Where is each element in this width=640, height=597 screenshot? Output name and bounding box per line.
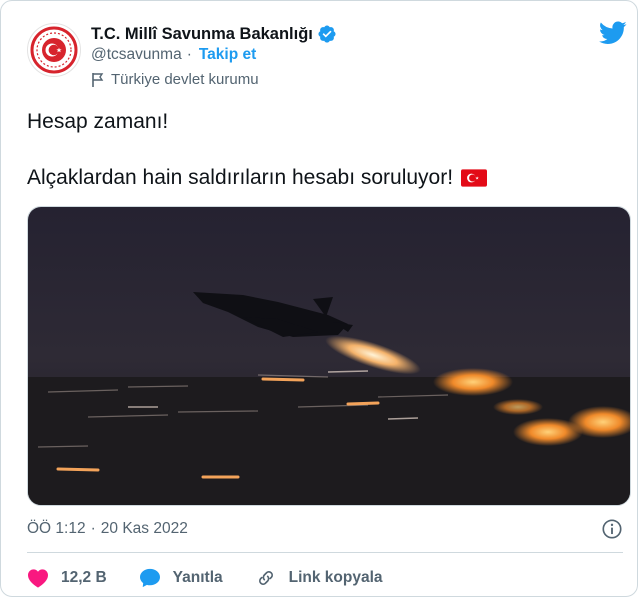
link-icon [258, 571, 273, 585]
info-icon[interactable] [601, 518, 623, 540]
tweet-line-2-text: Alçaklardan hain saldırıların hesabı sor… [27, 166, 454, 189]
tweet-photo[interactable] [27, 206, 631, 506]
twitter-bird-icon[interactable] [599, 21, 627, 45]
verified-badge-icon [318, 25, 336, 43]
reply-icon [139, 568, 160, 588]
tweet-card: T.C. Millî Savunma Bakanlığı @tcsavunma … [0, 0, 638, 597]
ministry-emblem-icon [30, 26, 78, 74]
tweet-time: ÖÖ 1:12 [27, 520, 86, 537]
jet-takeoff-image [28, 207, 630, 505]
action-bar: 12,2 B Yanıtla Link kopyala [27, 564, 415, 592]
tweet-date: 20 Kas 2022 [100, 520, 188, 537]
flag-icon [92, 72, 104, 87]
display-name[interactable]: T.C. Millî Savunma Bakanlığı [91, 25, 313, 44]
heart-icon [28, 569, 48, 588]
reply-button[interactable]: Yanıtla [139, 568, 223, 588]
divider [27, 552, 623, 553]
handle-row: @tcsavunma · Takip et [91, 46, 256, 64]
name-row: T.C. Millî Savunma Bakanlığı [91, 23, 337, 45]
handle[interactable]: @tcsavunma [91, 46, 182, 64]
like-button[interactable]: 12,2 B [27, 568, 107, 588]
affiliation-text: Türkiye devlet kurumu [111, 71, 259, 88]
like-count: 12,2 B [61, 569, 107, 586]
turkish-flag-icon [461, 169, 488, 187]
tweet-line-1: Hesap zamanı! [27, 110, 169, 133]
tweet-line-2: Alçaklardan hain saldırıların hesabı sor… [27, 165, 488, 191]
meta-separator: · [90, 520, 96, 537]
affiliation-label: Türkiye devlet kurumu [91, 71, 259, 88]
copy-link-button[interactable]: Link kopyala [255, 568, 383, 588]
separator-dot: · [186, 46, 192, 63]
reply-label: Yanıtla [172, 569, 223, 586]
follow-button[interactable]: Takip et [199, 46, 256, 64]
tweet-timestamp[interactable]: ÖÖ 1:12 · 20 Kas 2022 [27, 520, 188, 538]
copy-link-label: Link kopyala [288, 569, 383, 586]
avatar[interactable] [27, 23, 81, 77]
